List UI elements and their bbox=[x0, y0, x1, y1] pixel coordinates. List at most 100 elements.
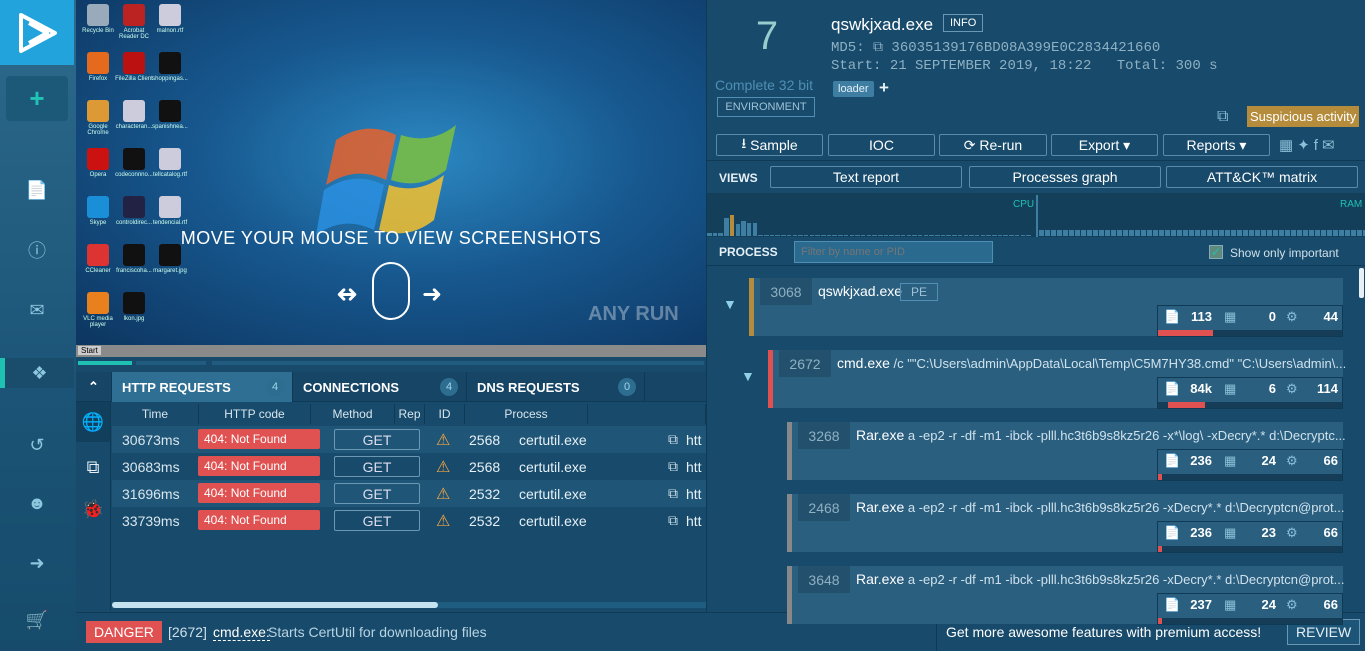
contact-button[interactable]: ✉ bbox=[0, 290, 74, 330]
url-cell[interactable]: htt bbox=[686, 480, 702, 507]
table-row[interactable]: 30673ms 404: Not Found GET ⚠ 2568 certut… bbox=[112, 426, 706, 453]
desktop-icon: tellcatalog.rtf bbox=[150, 148, 190, 178]
desktop-icon-image bbox=[123, 52, 145, 74]
info-button[interactable]: INFO bbox=[943, 14, 984, 32]
column-header[interactable]: Method bbox=[311, 404, 395, 424]
registry-icon: ▦ bbox=[1224, 597, 1237, 612]
screenshot-timeline[interactable] bbox=[76, 357, 706, 369]
tab-http-requests[interactable]: HTTP REQUESTS 4 bbox=[112, 372, 293, 402]
copy-screens-icon[interactable]: ⧉ bbox=[1217, 108, 1228, 126]
copy-icon[interactable]: ⧉ bbox=[873, 40, 883, 56]
desktop-icon-image bbox=[123, 292, 145, 314]
table-row[interactable]: 30683ms 404: Not Found GET ⚠ 2568 certut… bbox=[112, 453, 706, 480]
bug-icon[interactable]: 🐞 bbox=[76, 494, 110, 524]
facebook-icon[interactable]: f bbox=[1314, 137, 1322, 154]
collapse-arrow-icon[interactable]: ▼ bbox=[741, 368, 755, 384]
cpu-bar bbox=[821, 234, 826, 236]
column-header[interactable]: ID bbox=[425, 404, 465, 424]
files-icon[interactable]: ⧉ bbox=[76, 452, 110, 482]
desktop-icon-label: CCleaner bbox=[85, 268, 111, 274]
column-header[interactable]: Process bbox=[465, 404, 588, 424]
cpu-bar bbox=[923, 234, 929, 236]
id-cell: 2568 bbox=[469, 458, 501, 475]
process-filter-input[interactable] bbox=[794, 241, 993, 263]
cpu-bar bbox=[929, 234, 934, 236]
time-cell: 31696ms bbox=[122, 485, 180, 502]
desktop-icon-image bbox=[123, 196, 145, 218]
reports-button[interactable]: 📄 bbox=[0, 170, 74, 210]
tab-dns-requests[interactable]: DNS REQUESTS 0 bbox=[467, 372, 645, 402]
horizontal-scrollbar[interactable] bbox=[112, 602, 706, 608]
table-row[interactable]: 31696ms 404: Not Found GET ⚠ 2532 certut… bbox=[112, 480, 706, 507]
desktop-icon-image bbox=[159, 100, 181, 122]
profile-button[interactable]: ☻ bbox=[0, 483, 74, 523]
vm-screenshot[interactable]: Recycle Bin Firefox Google Chrome Opera Skyp… bbox=[76, 0, 706, 345]
warning-icon: ⚠ bbox=[436, 431, 451, 449]
column-header[interactable]: Rep bbox=[395, 404, 425, 424]
tab-connections[interactable]: CONNECTIONS 4 bbox=[293, 372, 467, 402]
url-cell[interactable]: htt bbox=[686, 426, 702, 453]
tab-label: CONNECTIONS bbox=[303, 379, 400, 395]
network-globe-icon[interactable]: 🌐 bbox=[76, 402, 110, 442]
ram-bars bbox=[1039, 230, 1365, 236]
desktop-icon: Firefox bbox=[78, 52, 118, 82]
process-item[interactable]: 2468 Rar.exe a -ep2 -r -df -m1 -ibck -pl… bbox=[787, 494, 1344, 553]
ioc-button[interactable]: IOC bbox=[828, 134, 935, 156]
url-cell[interactable]: htt bbox=[686, 453, 702, 480]
copy-url-icon[interactable]: ⧉ bbox=[668, 453, 678, 480]
reports-button[interactable]: Reports ▾ bbox=[1163, 134, 1270, 156]
process-args: a -ep2 -r -df -m1 -ibck -plll.hc3t6b9s8k… bbox=[904, 428, 1346, 443]
copy-url-icon[interactable]: ⧉ bbox=[668, 426, 678, 453]
next-arrow-icon[interactable]: ➜ bbox=[422, 280, 442, 309]
process-item[interactable]: 3068 qswkjxad.exe PE 📄 113 ▦ 0 ⚙ 44 bbox=[749, 278, 1343, 337]
tag-loader[interactable]: loader bbox=[833, 81, 874, 97]
vertical-scrollbar[interactable] bbox=[1359, 268, 1364, 298]
desktop-icon-label: Opera bbox=[89, 172, 107, 178]
history-button[interactable]: ↺ bbox=[0, 425, 74, 465]
tab-count: 0 bbox=[618, 378, 636, 396]
timeline-progress bbox=[78, 361, 132, 365]
url-cell[interactable]: htt bbox=[686, 507, 702, 534]
column-header[interactable]: HTTP code bbox=[199, 404, 311, 424]
collapse-arrow-icon[interactable]: ▼ bbox=[723, 296, 737, 312]
table-row[interactable]: 33739ms 404: Not Found GET ⚠ 2532 certut… bbox=[112, 507, 706, 534]
add-tag-icon[interactable]: + bbox=[879, 78, 889, 98]
id-cell: 2568 bbox=[469, 431, 501, 448]
scrollbar-thumb[interactable] bbox=[112, 602, 438, 608]
email-icon[interactable]: ✉ bbox=[1322, 137, 1339, 154]
process-item[interactable]: 3268 Rar.exe a -ep2 -r -df -m1 -ibck -pl… bbox=[787, 422, 1346, 481]
rerun-button[interactable]: ⟳ Re-run bbox=[939, 134, 1047, 156]
alert-process-link[interactable]: cmd.exe: bbox=[213, 624, 270, 641]
cpu-bar bbox=[838, 234, 843, 236]
process-stats: 📄 236 ▦ 24 ⚙ 66 bbox=[1157, 449, 1343, 481]
process-item[interactable]: 3648 Rar.exe a -ep2 -r -df -m1 -ibck -pl… bbox=[787, 566, 1344, 625]
cpu-bar bbox=[969, 234, 974, 236]
environment-button[interactable]: ENVIRONMENT bbox=[717, 97, 815, 117]
cpu-bar bbox=[815, 234, 820, 236]
process-exe: Rar.exe bbox=[856, 571, 905, 587]
copy-url-icon[interactable]: ⧉ bbox=[668, 507, 678, 534]
logout-button[interactable]: ➜ bbox=[0, 543, 74, 583]
desktop-icon-image bbox=[87, 100, 109, 122]
shop-button[interactable]: 🛒 bbox=[0, 600, 74, 640]
text-report-button[interactable]: Text report bbox=[770, 166, 962, 188]
attck-matrix-button[interactable]: ATT&CK™ matrix bbox=[1166, 166, 1358, 188]
desktop-icon-image bbox=[87, 148, 109, 170]
new-task-button[interactable]: + bbox=[6, 76, 68, 121]
column-header[interactable]: Time bbox=[112, 404, 199, 424]
show-important-checkbox[interactable]: ✓ bbox=[1209, 245, 1223, 259]
method-badge: GET bbox=[334, 483, 420, 504]
sample-button[interactable]: ⭳ Sample bbox=[716, 134, 823, 156]
prev-arrow-icon[interactable]: ➜ bbox=[336, 280, 356, 309]
process-item[interactable]: 2672 cmd.exe /c ""C:\Users\admin\AppData… bbox=[768, 350, 1346, 409]
desktop-icon-label: Firefox bbox=[88, 76, 108, 82]
copy-url-icon[interactable]: ⧉ bbox=[668, 480, 678, 507]
export-button[interactable]: Export ▾ bbox=[1051, 134, 1158, 156]
collapse-button[interactable]: ⌃ bbox=[76, 372, 112, 402]
help-button[interactable]: ⓘ bbox=[0, 230, 74, 270]
twitter-icon[interactable]: ✦ bbox=[1297, 137, 1314, 154]
windows-task-button[interactable]: ❖ bbox=[0, 358, 74, 388]
film-icon[interactable]: ▦ bbox=[1279, 137, 1297, 154]
processes-graph-button[interactable]: Processes graph bbox=[969, 166, 1161, 188]
anyrun-logo[interactable] bbox=[0, 0, 74, 65]
